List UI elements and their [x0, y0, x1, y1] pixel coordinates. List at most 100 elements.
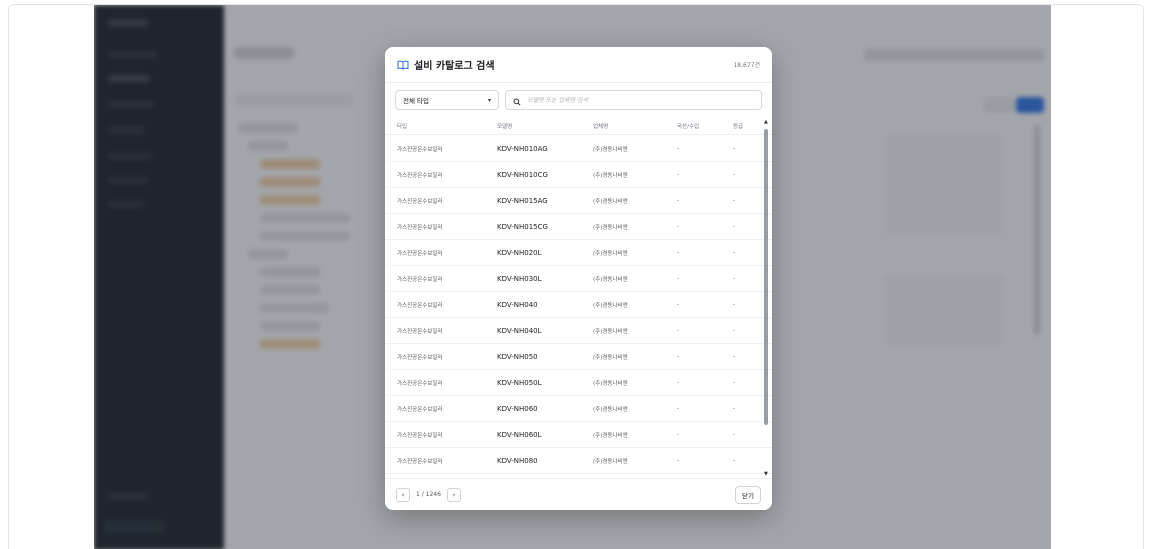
- cell-type: 가스진공온수보일러: [397, 380, 443, 387]
- cell-company: (주)경동나비엔: [593, 380, 628, 387]
- cell-origin: -: [677, 223, 679, 230]
- col-header-company[interactable]: 업체명: [593, 122, 608, 130]
- scrollbar-thumb[interactable]: [764, 129, 768, 425]
- cell-company: (주)경동나비엔: [593, 354, 628, 361]
- search-input[interactable]: [527, 96, 754, 104]
- cell-model: KDV-NH015CG: [497, 222, 548, 231]
- cell-type: 가스진공온수보일러: [397, 276, 443, 283]
- table-row[interactable]: 가스진공온수보일러 KDV-NH040 (주)경동나비엔 - -: [385, 292, 772, 318]
- cell-model: KDV-NH050L: [497, 378, 542, 387]
- col-header-origin[interactable]: 국산/수입: [677, 122, 699, 130]
- cell-type: 가스진공온수보일러: [397, 172, 443, 179]
- table-row[interactable]: 가스진공온수보일러 KDV-NH015CG (주)경동나비엔 - -: [385, 214, 772, 240]
- cell-model: KDV-NH015AG: [497, 196, 548, 205]
- col-header-model[interactable]: 모델명: [497, 122, 512, 130]
- cell-grade: -: [733, 327, 735, 334]
- cell-company: (주)경동나비엔: [593, 458, 628, 465]
- cell-grade: -: [733, 379, 735, 386]
- cell-company: (주)경동나비엔: [593, 146, 628, 153]
- cell-grade: -: [733, 275, 735, 282]
- cell-grade: -: [733, 353, 735, 360]
- scroll-down-icon[interactable]: ▼: [764, 471, 768, 477]
- cell-grade: -: [733, 197, 735, 204]
- table-header: 타입 모델명 업체명 국산/수입 등급: [385, 117, 772, 135]
- cell-type: 가스진공온수보일러: [397, 198, 443, 205]
- catalog-table: 타입 모델명 업체명 국산/수입 등급 가스진공온수보일러 KDV-NH010A…: [385, 117, 772, 510]
- cell-type: 가스진공온수보일러: [397, 224, 443, 231]
- cell-type: 가스진공온수보일러: [397, 250, 443, 257]
- table-row[interactable]: 가스진공온수보일러 KDV-NH080 (주)경동나비엔 - -: [385, 448, 772, 474]
- close-button[interactable]: 닫기: [735, 485, 761, 504]
- cell-company: (주)경동나비엔: [593, 328, 628, 335]
- cell-type: 가스진공온수보일러: [397, 354, 443, 361]
- cell-model: KDV-NH010CG: [497, 170, 548, 179]
- table-row[interactable]: 가스진공온수보일러 KDV-NH040L (주)경동나비엔 - -: [385, 318, 772, 344]
- search-icon: [513, 91, 521, 110]
- cell-origin: -: [677, 327, 679, 334]
- cell-model: KDV-NH040: [497, 300, 538, 309]
- cell-origin: -: [677, 379, 679, 386]
- col-header-type[interactable]: 타입: [397, 122, 407, 130]
- cell-grade: -: [733, 171, 735, 178]
- cell-company: (주)경동나비엔: [593, 198, 628, 205]
- table-row[interactable]: 가스진공온수보일러 KDV-NH010CG (주)경동나비엔 - -: [385, 162, 772, 188]
- search-box[interactable]: [505, 90, 762, 110]
- table-row[interactable]: 가스진공온수보일러 KDV-NH030L (주)경동나비엔 - -: [385, 266, 772, 292]
- modal-title: 설비 카탈로그 검색: [414, 61, 495, 72]
- cell-origin: -: [677, 275, 679, 282]
- cell-company: (주)경동나비엔: [593, 302, 628, 309]
- cell-grade: -: [733, 249, 735, 256]
- cell-origin: -: [677, 171, 679, 178]
- cell-grade: -: [733, 145, 735, 152]
- table-body: 가스진공온수보일러 KDV-NH010AG (주)경동나비엔 - - 가스진공온…: [385, 136, 772, 474]
- cell-type: 가스진공온수보일러: [397, 406, 443, 413]
- cell-grade: -: [733, 431, 735, 438]
- cell-type: 가스진공온수보일러: [397, 458, 443, 465]
- cell-company: (주)경동나비엔: [593, 406, 628, 413]
- table-row[interactable]: 가스진공온수보일러 KDV-NH050 (주)경동나비엔 - -: [385, 344, 772, 370]
- pagination: ‹ 1 / 1246 ›: [396, 487, 461, 502]
- catalog-search-modal: 설비 카탈로그 검색 18,677건 전체 타입 ▾ 타입 모델명 업체명 국산…: [385, 47, 772, 510]
- window-frame: 설비 카탈로그 검색 18,677건 전체 타입 ▾ 타입 모델명 업체명 국산…: [8, 4, 1144, 549]
- filter-row: 전체 타입 ▾: [395, 90, 762, 110]
- cell-company: (주)경동나비엔: [593, 250, 628, 257]
- cell-type: 가스진공온수보일러: [397, 302, 443, 309]
- cell-grade: -: [733, 301, 735, 308]
- page-indicator: 1 / 1246: [416, 491, 441, 498]
- table-row[interactable]: 가스진공온수보일러 KDV-NH060 (주)경동나비엔 - -: [385, 396, 772, 422]
- cell-origin: -: [677, 353, 679, 360]
- cell-model: KDV-NH040L: [497, 326, 542, 335]
- total-count: 18,677건: [733, 62, 760, 69]
- col-header-grade[interactable]: 등급: [733, 122, 743, 130]
- cell-origin: -: [677, 431, 679, 438]
- cell-model: KDV-NH060L: [497, 430, 542, 439]
- type-filter-select[interactable]: 전체 타입 ▾: [395, 90, 499, 110]
- table-row[interactable]: 가스진공온수보일러 KDV-NH015AG (주)경동나비엔 - -: [385, 188, 772, 214]
- cell-model: KDV-NH020L: [497, 248, 542, 257]
- cell-type: 가스진공온수보일러: [397, 328, 443, 335]
- cell-company: (주)경동나비엔: [593, 276, 628, 283]
- type-filter-value: 전체 타입: [403, 97, 429, 105]
- cell-origin: -: [677, 197, 679, 204]
- table-row[interactable]: 가스진공온수보일러 KDV-NH020L (주)경동나비엔 - -: [385, 240, 772, 266]
- chevron-down-icon: ▾: [487, 96, 491, 104]
- scroll-up-icon[interactable]: ▲: [764, 119, 768, 125]
- prev-page-button[interactable]: ‹: [396, 487, 410, 502]
- cell-type: 가스진공온수보일러: [397, 432, 443, 439]
- table-row[interactable]: 가스진공온수보일러 KDV-NH060L (주)경동나비엔 - -: [385, 422, 772, 448]
- cell-model: KDV-NH050: [497, 352, 538, 361]
- cell-type: 가스진공온수보일러: [397, 146, 443, 153]
- modal-header: 설비 카탈로그 검색 18,677건: [385, 47, 772, 83]
- table-row[interactable]: 가스진공온수보일러 KDV-NH010AG (주)경동나비엔 - -: [385, 136, 772, 162]
- cell-origin: -: [677, 457, 679, 464]
- cell-company: (주)경동나비엔: [593, 432, 628, 439]
- cell-origin: -: [677, 405, 679, 412]
- table-scrollbar[interactable]: ▲ ▼: [764, 119, 769, 477]
- next-page-button[interactable]: ›: [446, 487, 461, 502]
- cell-origin: -: [677, 145, 679, 152]
- modal-footer: ‹ 1 / 1246 › 닫기: [385, 478, 772, 510]
- cell-model: KDV-NH080: [497, 456, 538, 465]
- modal-title-group: 설비 카탈로그 검색: [397, 57, 495, 72]
- cell-model: KDV-NH030L: [497, 274, 542, 283]
- table-row[interactable]: 가스진공온수보일러 KDV-NH050L (주)경동나비엔 - -: [385, 370, 772, 396]
